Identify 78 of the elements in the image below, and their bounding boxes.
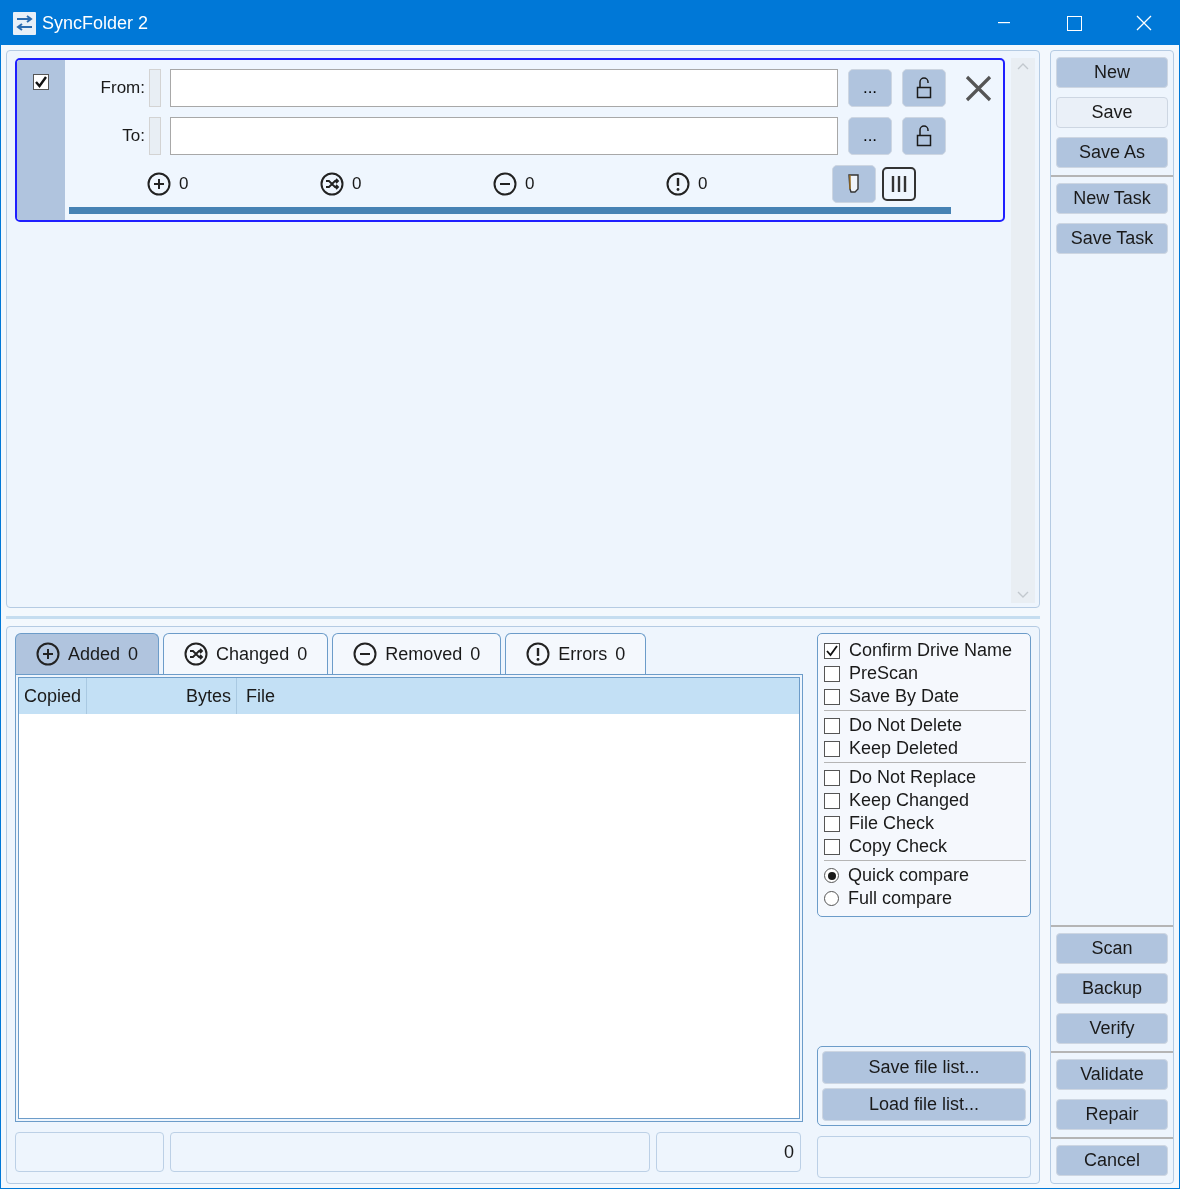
count-value: 0 <box>525 174 535 194</box>
tab[interactable]: Changed 0 <box>163 633 329 674</box>
checkbox[interactable] <box>824 792 840 809</box>
columns-button[interactable] <box>882 167 916 201</box>
checkbox[interactable] <box>824 642 840 659</box>
folder-button[interactable] <box>832 165 876 203</box>
count-value: 0 <box>352 174 362 194</box>
lock-button[interactable] <box>902 69 946 107</box>
command-button[interactable]: Scan <box>1056 933 1168 964</box>
command-button[interactable]: Verify <box>1056 1013 1168 1044</box>
path-label: From: <box>99 78 145 98</box>
lock-button[interactable] <box>902 117 946 155</box>
count-value: 0 <box>698 174 708 194</box>
option-label[interactable]: PreScan <box>849 663 919 684</box>
window-title: SyncFolder 2 <box>42 12 150 34</box>
drive-indicator <box>149 117 161 155</box>
radio-button[interactable] <box>824 891 839 906</box>
padlock-icon <box>916 125 932 147</box>
minus-circle-icon <box>353 642 378 666</box>
command-button[interactable]: Cancel <box>1056 1145 1168 1176</box>
column-header[interactable]: Copied <box>19 678 87 714</box>
option-label[interactable]: Do Not Delete <box>849 715 963 736</box>
checkbox[interactable] <box>824 769 840 786</box>
tab[interactable]: Removed 0 <box>332 633 502 674</box>
command-button[interactable]: Save As <box>1056 137 1168 168</box>
option-label[interactable]: Full compare <box>848 888 953 909</box>
minus-circle-icon <box>493 172 517 196</box>
exclamation-circle-icon <box>666 172 690 196</box>
radio-button[interactable] <box>824 868 839 883</box>
column-header[interactable]: Bytes <box>87 678 237 714</box>
path-label: To: <box>121 126 145 146</box>
option-label[interactable]: File Check <box>849 813 935 834</box>
command-button[interactable]: Repair <box>1056 1099 1168 1130</box>
drive-indicator <box>149 69 161 107</box>
close-icon <box>1136 15 1152 31</box>
option-label[interactable]: Do Not Replace <box>849 767 977 788</box>
checkbox[interactable] <box>824 815 840 832</box>
command-button[interactable]: Save Task <box>1056 223 1168 254</box>
browse-button[interactable]: ... <box>848 117 892 155</box>
maximize-icon <box>1066 15 1082 31</box>
padlock-icon <box>916 77 932 99</box>
tab[interactable]: Added 0 <box>15 633 160 674</box>
path-field[interactable] <box>170 117 838 155</box>
plus-circle-icon <box>147 172 171 196</box>
task-card[interactable]: From: ... To: ... 0 0 0 0 <box>15 58 1005 222</box>
plus-circle-icon <box>36 642 60 666</box>
option-label[interactable]: Save By Date <box>849 686 960 707</box>
exclamation-circle-icon <box>526 642 551 666</box>
path-field[interactable] <box>170 69 838 107</box>
close-icon[interactable] <box>965 74 992 102</box>
status-count: 0 <box>656 1132 801 1172</box>
checkbox[interactable] <box>824 717 840 734</box>
count-value: 0 <box>179 174 189 194</box>
shuffle-icon <box>320 172 344 196</box>
option-label[interactable]: Keep Changed <box>849 790 970 811</box>
checkbox[interactable] <box>824 665 840 682</box>
command-button[interactable]: Backup <box>1056 973 1168 1004</box>
command-button[interactable]: New Task <box>1056 183 1168 214</box>
checkbox[interactable] <box>824 838 840 855</box>
column-header[interactable]: File <box>237 678 799 714</box>
file-list-button[interactable]: Save file list... <box>822 1051 1026 1084</box>
sync-arrows-icon <box>13 11 36 35</box>
option-label[interactable]: Confirm Drive Name <box>849 640 1013 661</box>
option-label[interactable]: Quick compare <box>848 865 970 886</box>
command-button[interactable]: New <box>1056 57 1168 88</box>
tab[interactable]: Errors 0 <box>505 633 647 674</box>
shuffle-icon <box>184 642 209 666</box>
columns-icon <box>889 174 909 194</box>
task-checkbox[interactable] <box>33 74 49 90</box>
option-label[interactable]: Copy Check <box>849 836 948 857</box>
door-icon <box>847 174 861 194</box>
checkbox[interactable] <box>824 688 840 705</box>
minimize-icon <box>998 22 1010 24</box>
file-list-button[interactable]: Load file list... <box>822 1088 1026 1121</box>
option-label[interactable]: Keep Deleted <box>849 738 959 759</box>
command-button[interactable]: Validate <box>1056 1059 1168 1090</box>
checkbox[interactable] <box>824 740 840 757</box>
browse-button[interactable]: ... <box>848 69 892 107</box>
